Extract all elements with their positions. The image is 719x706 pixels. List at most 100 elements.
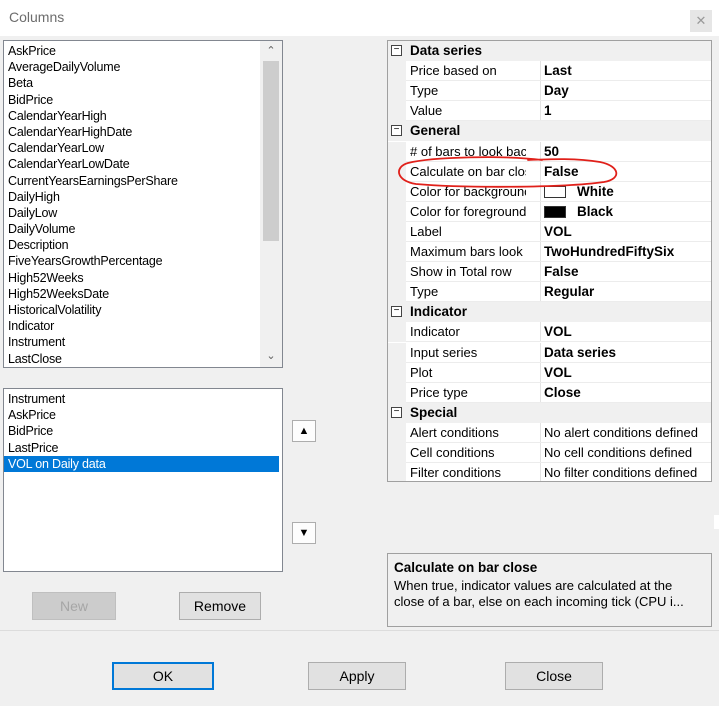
- available-column-item[interactable]: DailyVolume: [4, 221, 258, 237]
- property-value[interactable]: No alert conditions defined: [544, 425, 698, 440]
- property-row[interactable]: Filter conditions No filter conditions de…: [388, 463, 711, 481]
- property-value[interactable]: Black: [577, 204, 613, 219]
- available-column-item[interactable]: BidPrice: [4, 92, 258, 108]
- row-gutter: [388, 342, 406, 363]
- property-row[interactable]: Price based on Last: [388, 61, 711, 82]
- property-grid[interactable]: − Data series Price based on Last Type Day Val…: [387, 40, 712, 482]
- available-column-item[interactable]: AverageDailyVolume: [4, 59, 258, 75]
- column-divider[interactable]: [540, 242, 541, 262]
- category-special[interactable]: − Special: [388, 402, 711, 423]
- available-column-item[interactable]: HistoricalVolatility: [4, 302, 258, 318]
- available-column-item[interactable]: AskPrice: [4, 43, 258, 59]
- property-value[interactable]: VOL: [544, 365, 572, 380]
- property-name: Filter conditions: [410, 465, 502, 481]
- column-divider[interactable]: [540, 382, 541, 403]
- property-row[interactable]: Color for foreground Black: [388, 201, 711, 222]
- property-value[interactable]: No filter conditions defined: [544, 465, 697, 480]
- available-column-item[interactable]: High52WeeksDate: [4, 286, 258, 302]
- property-value[interactable]: VOL: [544, 224, 572, 239]
- property-row[interactable]: Cell conditions No cell conditions define…: [388, 443, 711, 463]
- available-column-item[interactable]: LastClose: [4, 351, 258, 367]
- property-value[interactable]: Last: [544, 63, 572, 78]
- available-column-item[interactable]: Description: [4, 237, 258, 253]
- property-row[interactable]: Input series Data series: [388, 342, 711, 363]
- collapse-icon[interactable]: −: [391, 125, 402, 137]
- column-divider[interactable]: [540, 262, 541, 283]
- apply-button[interactable]: Apply: [308, 662, 406, 690]
- property-value[interactable]: 1: [544, 103, 552, 118]
- property-name: Indicator: [410, 324, 460, 340]
- close-icon[interactable]: ✕: [690, 10, 712, 32]
- selected-columns-list[interactable]: Instrument AskPrice BidPrice LastPrice VOL o…: [3, 388, 283, 572]
- collapse-icon[interactable]: −: [391, 306, 402, 318]
- remove-button[interactable]: Remove: [179, 592, 261, 620]
- selected-column-item[interactable]: BidPrice: [4, 423, 282, 439]
- property-name: Value: [410, 103, 443, 119]
- scroll-down-icon[interactable]: ⌄: [260, 348, 282, 365]
- column-divider[interactable]: [540, 322, 541, 343]
- close-button[interactable]: Close: [505, 662, 603, 690]
- column-divider[interactable]: [540, 422, 541, 443]
- property-value[interactable]: Data series: [544, 345, 616, 360]
- collapse-icon[interactable]: −: [391, 45, 402, 56]
- property-value[interactable]: False: [544, 264, 579, 279]
- category-general[interactable]: − General: [388, 121, 711, 142]
- ok-button[interactable]: OK: [112, 662, 214, 690]
- available-column-item[interactable]: Indicator: [4, 318, 258, 334]
- available-column-item[interactable]: DailyHigh: [4, 189, 258, 205]
- move-up-button[interactable]: ▲: [292, 420, 316, 442]
- available-column-item[interactable]: CalendarYearHighDate: [4, 124, 258, 140]
- column-divider[interactable]: [540, 101, 541, 122]
- selected-column-item[interactable]: VOL on Daily data: [4, 455, 279, 472]
- column-divider[interactable]: [540, 362, 541, 383]
- scroll-up-icon[interactable]: ⌃: [260, 43, 282, 60]
- property-row[interactable]: Label VOL: [388, 221, 711, 242]
- property-row[interactable]: Value 1: [388, 101, 711, 122]
- column-divider[interactable]: [540, 282, 541, 303]
- property-name: Cell conditions: [410, 445, 495, 460]
- column-divider[interactable]: [540, 81, 541, 102]
- property-row[interactable]: Type Day: [388, 81, 711, 102]
- property-value[interactable]: Close: [544, 385, 581, 400]
- available-column-item[interactable]: Beta: [4, 75, 258, 91]
- annotation-circle: [398, 156, 618, 188]
- column-divider[interactable]: [540, 463, 541, 481]
- property-value[interactable]: TwoHundredFiftySix: [544, 244, 674, 259]
- property-row[interactable]: Indicator VOL: [388, 322, 711, 343]
- category-indicator[interactable]: − Indicator: [388, 302, 711, 323]
- available-column-item[interactable]: Instrument: [4, 334, 258, 350]
- property-row[interactable]: Maximum bars look l TwoHundredFiftySix: [388, 242, 711, 262]
- selected-column-item[interactable]: AskPrice: [4, 407, 282, 423]
- column-divider[interactable]: [540, 443, 541, 463]
- collapse-icon[interactable]: −: [391, 406, 402, 418]
- property-row[interactable]: Alert conditions No alert conditions defi…: [388, 422, 711, 443]
- property-row[interactable]: Show in Total row False: [388, 262, 711, 283]
- move-down-button[interactable]: ▼: [292, 522, 316, 544]
- available-column-item[interactable]: CalendarYearLow: [4, 140, 258, 156]
- selected-column-item[interactable]: LastPrice: [4, 440, 282, 456]
- available-column-item[interactable]: CalendarYearLowDate: [4, 156, 258, 172]
- background-window-edge: [714, 515, 719, 529]
- available-column-item[interactable]: FiveYearsGrowthPercentage: [4, 253, 258, 269]
- available-column-item[interactable]: CurrentYearsEarningsPerShare: [4, 173, 258, 189]
- property-row[interactable]: Price type Close: [388, 382, 711, 403]
- column-divider[interactable]: [540, 201, 541, 222]
- available-column-item[interactable]: DailyLow: [4, 205, 258, 221]
- scrollbar-thumb[interactable]: [263, 61, 279, 241]
- column-divider[interactable]: [540, 342, 541, 363]
- available-columns-list[interactable]: AskPrice AverageDailyVolume Beta BidPrice Ca…: [3, 40, 283, 368]
- property-row[interactable]: Plot VOL: [388, 362, 711, 383]
- column-divider[interactable]: [540, 61, 541, 82]
- available-columns-scrollbar[interactable]: ⌃ ⌄: [260, 41, 282, 367]
- available-column-item[interactable]: CalendarYearHigh: [4, 108, 258, 124]
- category-data-series[interactable]: − Data series: [388, 41, 711, 61]
- property-row[interactable]: Type Regular: [388, 282, 711, 303]
- property-value[interactable]: VOL: [544, 324, 572, 339]
- selected-column-item[interactable]: Instrument: [4, 391, 282, 407]
- property-value[interactable]: Regular: [544, 284, 594, 299]
- column-divider[interactable]: [540, 221, 541, 242]
- available-column-item[interactable]: High52Weeks: [4, 270, 258, 286]
- property-value[interactable]: Day: [544, 83, 569, 98]
- new-button[interactable]: New: [32, 592, 116, 620]
- property-value[interactable]: No cell conditions defined: [544, 445, 692, 460]
